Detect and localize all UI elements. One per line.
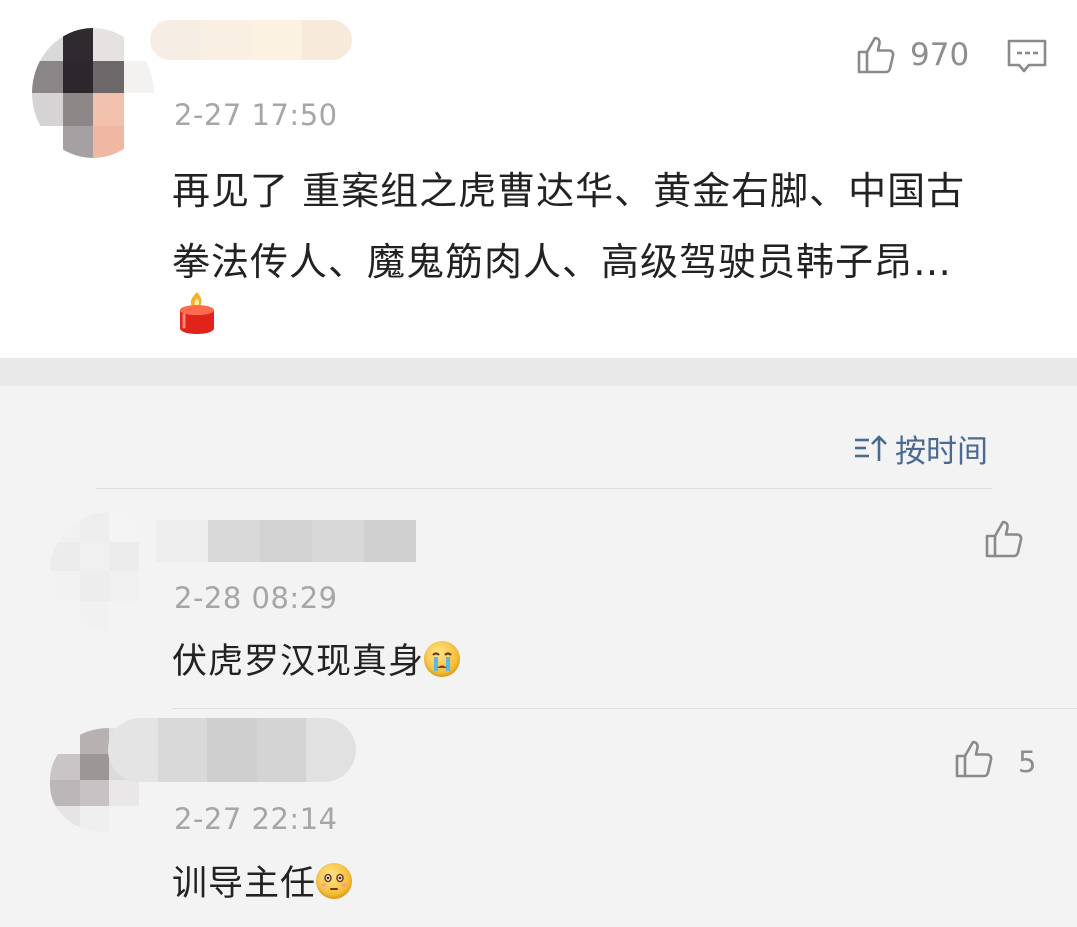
avatar[interactable]: [32, 28, 154, 158]
sort-by-time-button[interactable]: 按时间: [853, 426, 988, 471]
thumbs-up-icon[interactable]: [855, 34, 897, 76]
reply-timestamp: 2-27 22:14: [174, 802, 338, 836]
comment-text-line-1: 再见了 重案组之虎曹达华、黄金右脚、中国古: [172, 169, 966, 213]
crying-emoji: [424, 641, 461, 677]
reply-text: 训导主任: [172, 848, 353, 920]
comment-text-line-2: 拳法传人、魔鬼筋肉人、高级驾驶员韩子昂…: [172, 240, 953, 284]
avatar[interactable]: [50, 512, 168, 630]
reply-text: 伏虎罗汉现真身: [172, 626, 461, 698]
like-count: 5: [1018, 745, 1037, 779]
reply-text-content: 训导主任: [172, 864, 317, 904]
sort-icon: [853, 433, 889, 465]
divider: [96, 488, 992, 489]
divider: [172, 708, 1077, 709]
thumbs-up-icon[interactable]: [953, 738, 995, 780]
thumbs-up-icon[interactable]: [983, 518, 1025, 560]
like-count: 970: [910, 37, 970, 73]
reply-timestamp: 2-28 08:29: [174, 581, 338, 615]
comment-icon[interactable]: [1006, 38, 1048, 76]
reply-text-content: 伏虎罗汉现真身: [172, 642, 425, 682]
sort-label: 按时间: [895, 434, 988, 470]
comment-timestamp: 2-27 17:50: [174, 98, 338, 132]
candle-emoji: [176, 288, 218, 340]
username-redacted[interactable]: [150, 20, 352, 60]
username-redacted[interactable]: [108, 718, 356, 782]
username-redacted[interactable]: [156, 520, 416, 562]
section-divider: [0, 358, 1077, 386]
flushed-emoji: [316, 863, 353, 899]
